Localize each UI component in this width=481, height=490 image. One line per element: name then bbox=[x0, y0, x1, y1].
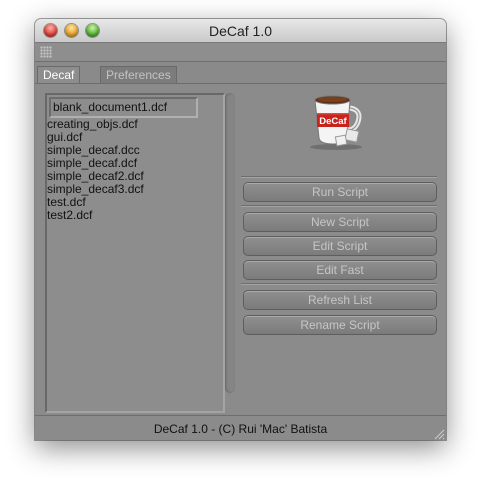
refresh-list-button[interactable]: Refresh List bbox=[243, 290, 437, 310]
edit-script-button[interactable]: Edit Script bbox=[243, 236, 437, 256]
grip-icon bbox=[40, 46, 52, 58]
file-list: creating_objs.dcf gui.dcf simple_decaf.d… bbox=[47, 118, 144, 222]
logo-text: DeCaf bbox=[319, 116, 347, 127]
app-window: DeCaf 1.0 Decaf 1.0 Preferences blank_do… bbox=[35, 19, 446, 440]
window-title: DeCaf 1.0 bbox=[208, 23, 273, 39]
new-script-button[interactable]: New Script bbox=[243, 212, 437, 232]
list-item[interactable]: test2.dcf bbox=[47, 209, 144, 222]
tab-decaf[interactable]: Decaf 1.0 bbox=[37, 66, 81, 99]
title-bar[interactable]: DeCaf 1.0 bbox=[35, 19, 446, 43]
separator bbox=[241, 283, 437, 285]
separator bbox=[241, 205, 437, 207]
status-bar: DeCaf 1.0 - (C) Rui 'Mac' Batista bbox=[35, 415, 446, 440]
separator bbox=[241, 176, 437, 178]
rename-script-button[interactable]: Rename Script bbox=[243, 315, 437, 335]
selected-list-item[interactable]: blank_document1.dcf bbox=[49, 97, 198, 118]
toolbar bbox=[35, 43, 446, 62]
resize-grip-icon[interactable] bbox=[433, 428, 445, 440]
run-script-button[interactable]: Run Script bbox=[243, 182, 437, 202]
main-content: blank_document1.dcf creating_objs.dcf gu… bbox=[35, 83, 446, 414]
tab-preferences[interactable]: Preferences bbox=[100, 66, 177, 84]
list-scrollbar[interactable] bbox=[225, 93, 235, 393]
coffee-cup-icon: DeCaf bbox=[310, 95, 362, 150]
status-text: DeCaf 1.0 - (C) Rui 'Mac' Batista bbox=[153, 422, 328, 436]
edit-fast-button[interactable]: Edit Fast bbox=[243, 260, 437, 280]
script-list[interactable]: blank_document1.dcf creating_objs.dcf gu… bbox=[45, 93, 225, 413]
